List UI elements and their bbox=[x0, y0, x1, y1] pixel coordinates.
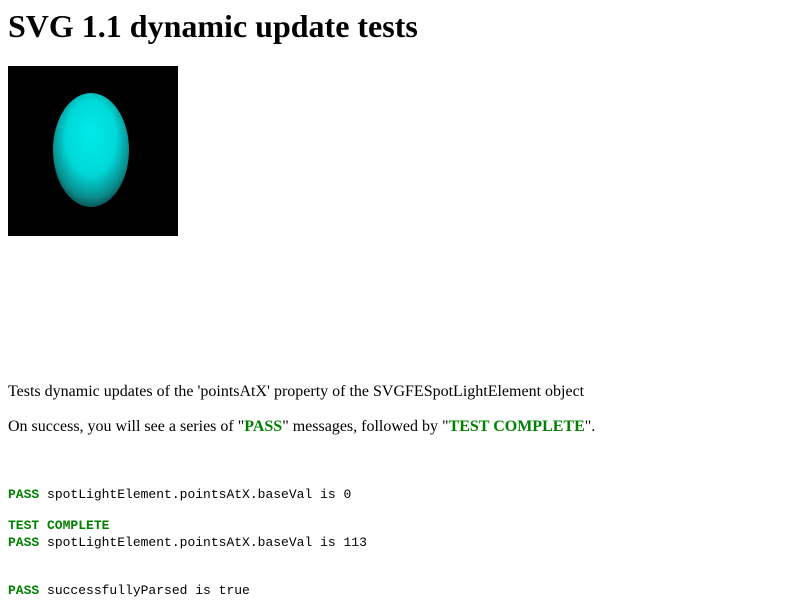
console-line: PASS spotLightElement.pointsAtX.baseVal … bbox=[8, 535, 367, 551]
instructions-prefix: On success, you will see a series of " bbox=[8, 418, 245, 435]
console-message: spotLightElement.pointsAtX.baseVal is 0 bbox=[39, 487, 352, 502]
page-title: SVG 1.1 dynamic update tests bbox=[8, 8, 418, 44]
pass-tag: PASS bbox=[8, 583, 40, 598]
test-complete-message: TEST COMPLETE bbox=[8, 518, 110, 533]
spotlight-svg bbox=[8, 66, 178, 236]
instructions-pass-word: PASS bbox=[244, 418, 283, 435]
pass-tag: PASS bbox=[8, 487, 40, 502]
console-message: successfullyParsed is true bbox=[39, 583, 250, 598]
instructions-suffix: ". bbox=[584, 418, 596, 435]
console-message: spotLightElement.pointsAtX.baseVal is 11… bbox=[39, 535, 367, 550]
test-description: Tests dynamic updates of the 'pointsAtX'… bbox=[8, 383, 585, 400]
instructions-complete-word: TEST COMPLETE bbox=[448, 418, 585, 435]
pass-tag: PASS bbox=[8, 535, 40, 550]
success-instructions: On success, you will see a series of "PA… bbox=[8, 418, 595, 436]
spotlight-test-figure bbox=[8, 66, 178, 236]
instructions-middle: " messages, followed by " bbox=[282, 418, 449, 435]
console-line: PASS successfullyParsed is true bbox=[8, 583, 367, 599]
lit-ellipse bbox=[53, 93, 129, 207]
console-line: PASS spotLightElement.pointsAtX.baseVal … bbox=[8, 487, 367, 503]
